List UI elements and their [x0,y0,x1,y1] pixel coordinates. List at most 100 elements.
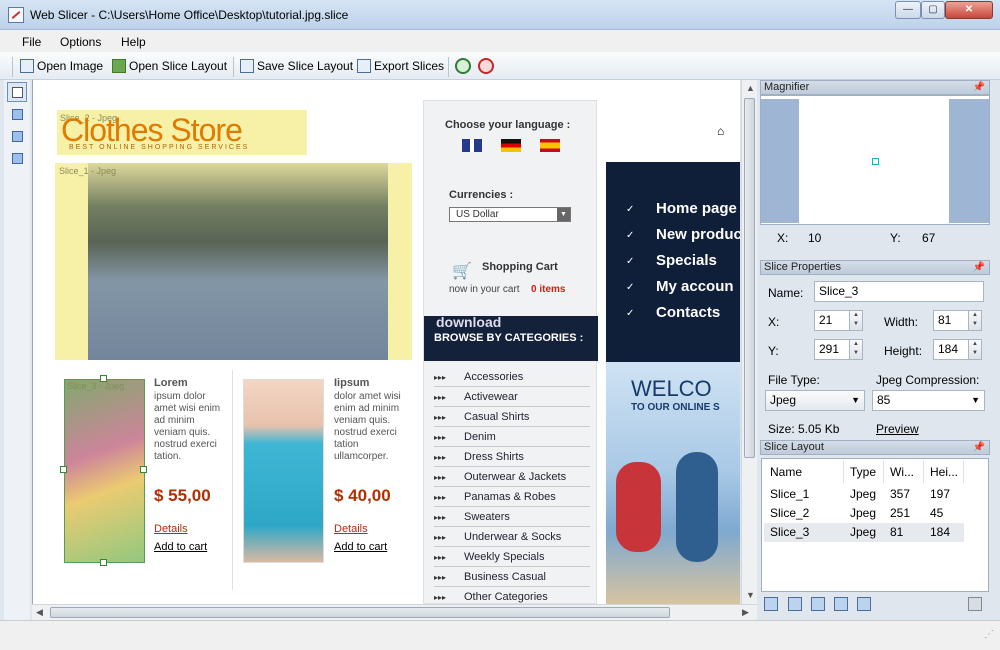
category-item[interactable]: ▸▸▸ Underwear & Socks [434,528,590,547]
save-slice-layout-button[interactable]: Save Slice Layout [240,58,353,76]
category-item[interactable]: ▸▸▸ Panamas & Robes [434,488,590,507]
scroll-up-icon[interactable]: ▲ [746,83,755,93]
align-left-icon[interactable] [764,597,778,611]
y-input[interactable]: 291 [814,339,850,360]
select-tool[interactable] [7,82,27,102]
pin-icon[interactable]: 📌 [973,261,985,274]
category-item[interactable]: ▸▸▸ Outerwear & Jackets [434,468,590,487]
width-input[interactable]: 81 [933,310,969,331]
column-header-type[interactable]: Type [844,461,884,483]
row-height: 45 [930,506,944,520]
menu-help[interactable]: Help [121,35,146,49]
slice-layout-list[interactable]: Name Type Wi... Hei... Slice_1 Jpeg 357 … [761,458,989,592]
copy-tool[interactable] [7,148,27,168]
cart-items[interactable]: 0 items [531,284,565,295]
menu-file[interactable]: File [22,35,41,49]
nav-link[interactable]: My accoun [656,278,734,295]
zoom-out-icon[interactable] [478,58,494,74]
flag-spain-icon[interactable] [540,139,560,152]
open-slice-layout-button[interactable]: Open Slice Layout [112,58,227,76]
menu-options[interactable]: Options [60,35,101,49]
trash-icon[interactable] [968,597,982,611]
flag-germany-icon[interactable] [501,139,521,152]
resize-handle[interactable] [100,375,107,382]
category-item[interactable]: ▸▸▸ Weekly Specials [434,548,590,567]
scroll-left-icon[interactable]: ◀ [36,607,43,618]
nav-link[interactable]: Specials [656,252,717,269]
category-item[interactable]: ▸▸▸ Denim [434,428,590,447]
pin-icon[interactable]: 📌 [973,441,985,454]
file-type-select[interactable]: Jpeg ▼ [765,390,865,411]
jpeg-compression-select[interactable]: 85 ▼ [872,390,985,411]
y-stepper[interactable]: ▲ ▼ [849,339,863,360]
mag-x-value: 10 [808,231,822,245]
table-row[interactable]: Slice_3 Jpeg 81 184 [764,523,964,542]
export-slices-button[interactable]: Export Slices [357,58,444,76]
align-top-icon[interactable] [811,597,825,611]
height-stepper[interactable]: ▲ ▼ [968,339,982,360]
category-item[interactable]: ▸▸▸ Other Categories [434,588,590,604]
x-input[interactable]: 21 [814,310,850,331]
status-bar: ⋰ [0,620,1000,650]
open-image-button[interactable]: Open Image [20,58,103,76]
welcome-title: WELCO [631,376,712,401]
details-link[interactable]: Details [154,523,188,535]
category-item[interactable]: ▸▸▸ Sweaters [434,508,590,527]
resize-handle[interactable] [60,466,67,473]
tools-bar [4,80,30,620]
table-row[interactable]: Slice_1 Jpeg 357 197 [764,485,964,504]
category-item[interactable]: ▸▸▸ Activewear [434,388,590,407]
image-canvas[interactable]: Slice_2 - Jpeg Clothes Store BEST ONLINE… [32,80,740,604]
category-item[interactable]: ▸▸▸ Business Casual [434,568,590,587]
x-stepper[interactable]: ▲ ▼ [849,310,863,331]
flag-uk-icon[interactable] [462,139,482,152]
add-to-cart-link[interactable]: Add to cart [154,541,207,553]
slice-1-label: Slice_1 - Jpeg [59,166,117,176]
details-link[interactable]: Details [334,523,368,535]
column-header-height[interactable]: Hei... [924,461,964,483]
resize-handle[interactable] [140,466,147,473]
triple-arrow-icon: ▸▸▸ [434,513,447,522]
preview-link[interactable]: Preview [876,422,919,436]
nav-link[interactable]: Home page [656,200,737,217]
scroll-thumb[interactable] [50,607,670,618]
nav-link[interactable]: Contacts [656,304,720,321]
slice-tool[interactable] [7,104,27,124]
category-item[interactable]: ▸▸▸ Accessories [434,368,590,387]
maximize-button[interactable]: ▢ [921,1,945,19]
category-item[interactable]: ▸▸▸ Dress Shirts [434,448,590,467]
scroll-thumb[interactable] [744,98,755,458]
slice-3-area[interactable] [64,379,145,563]
nav-link[interactable]: New produc [656,226,740,243]
align-bottom-icon[interactable] [834,597,848,611]
category-item[interactable]: ▸▸▸ Casual Shirts [434,408,590,427]
slice-name-input[interactable]: Slice_3 [814,281,984,302]
close-button[interactable]: ✕ [945,1,993,19]
welcome-subtitle: TO OUR ONLINE S [631,402,720,413]
currency-select[interactable]: US Dollar ▼ [449,207,571,222]
height-input[interactable]: 184 [933,339,969,360]
zoom-in-icon[interactable] [455,58,471,74]
vertical-scrollbar[interactable]: ▲ ▼ [741,80,757,604]
horizontal-scrollbar[interactable]: ◀ ▶ [32,604,757,620]
save-icon [240,59,254,73]
pin-icon[interactable]: 📌 [973,81,985,94]
grid-tool[interactable] [7,126,27,146]
check-icon: ✓ [626,204,635,215]
scroll-right-icon[interactable]: ▶ [742,607,749,618]
minimize-button[interactable]: — [895,1,921,19]
width-stepper[interactable]: ▲ ▼ [968,310,982,331]
grid-layout-icon[interactable] [857,597,871,611]
store-tagline: BEST ONLINE SHOPPING SERVICES [69,144,250,151]
scroll-down-icon[interactable]: ▼ [746,590,755,600]
column-header-width[interactable]: Wi... [884,461,924,483]
resize-handle[interactable] [100,559,107,566]
triple-arrow-icon: ▸▸▸ [434,473,447,482]
add-to-cart-link[interactable]: Add to cart [334,541,387,553]
align-right-icon[interactable] [788,597,802,611]
table-row[interactable]: Slice_2 Jpeg 251 45 [764,504,964,523]
category-label: Casual Shirts [464,411,530,423]
mag-x-label: X: [777,231,789,245]
column-header-name[interactable]: Name [764,461,844,483]
category-label: Outerwear & Jackets [464,471,567,483]
